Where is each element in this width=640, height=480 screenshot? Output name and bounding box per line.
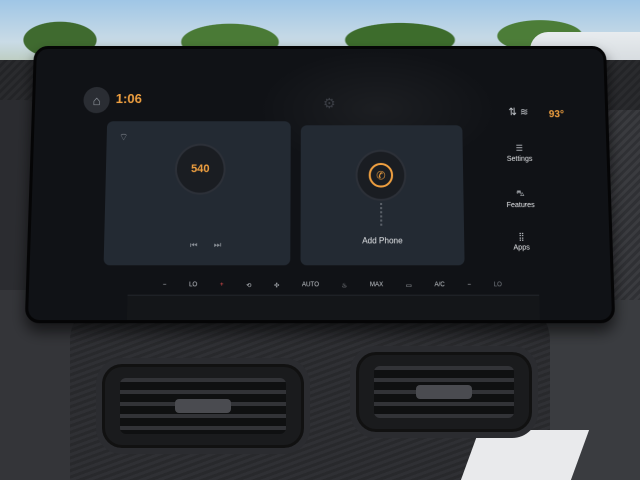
media-controls: ⏮⏭: [190, 240, 238, 250]
screen-bottom-bezel: [126, 294, 540, 324]
fan-icon[interactable]: ✣: [274, 282, 279, 289]
nav-apps[interactable]: ⣿ Apps: [480, 232, 562, 252]
radio-station-circle[interactable]: 540: [176, 145, 224, 193]
outside-temperature: 93°: [548, 109, 565, 121]
recirculate-icon[interactable]: ⟲: [246, 282, 251, 289]
climate-bar: − LO + ⟲ ✣ AUTO ♨ MAX ▭ A/C − LO: [163, 276, 503, 295]
passenger-temp-down[interactable]: −: [467, 282, 471, 288]
passenger-temp-lo[interactable]: LO: [494, 282, 502, 288]
clock-time: 1:06: [115, 90, 143, 107]
home-icon[interactable]: ⌂: [83, 86, 111, 114]
phone-circle[interactable]: ✆: [357, 151, 405, 199]
rear-defrost-icon[interactable]: ▭: [406, 282, 412, 289]
nav-settings-label: Settings: [506, 155, 533, 163]
infotainment-screen: ⌂ 1:06 ⚙ ⇅≋ 93° ⌔ 540 ⏮⏭ ✆ Add Phone ☰ S…: [24, 46, 616, 324]
nav-features-label: Features: [506, 201, 535, 210]
seat-heat-icon[interactable]: ♨: [342, 282, 348, 289]
nav-settings[interactable]: ☰ Settings: [479, 144, 560, 163]
car-icon: ⛍: [516, 188, 525, 198]
radio-signal-icon: ⌔: [118, 132, 129, 144]
sync-icon: ⚙: [323, 95, 336, 112]
add-phone-label: Add Phone: [362, 236, 403, 246]
connectivity-icons: ⇅≋: [508, 107, 532, 119]
ac-button[interactable]: A/C: [434, 282, 444, 288]
right-vent-knob[interactable]: [416, 385, 472, 399]
driver-temp-lo[interactable]: LO: [189, 282, 197, 288]
temp-down-button[interactable]: −: [163, 282, 167, 288]
left-air-vent[interactable]: [96, 358, 310, 454]
max-defrost-button[interactable]: MAX: [370, 282, 383, 288]
nav-features[interactable]: ⛍ Features: [480, 189, 562, 210]
radio-card[interactable]: ⌔ 540 ⏮⏭: [103, 121, 291, 266]
previous-track-icon[interactable]: ⏮: [190, 240, 214, 249]
phone-card[interactable]: ✆ Add Phone: [300, 125, 465, 266]
temp-up-button[interactable]: +: [220, 282, 224, 288]
auto-button[interactable]: AUTO: [302, 282, 319, 288]
right-air-vent[interactable]: [350, 346, 538, 438]
next-track-icon[interactable]: ⏭: [214, 240, 238, 249]
apps-grid-icon: ⣿: [518, 231, 525, 242]
nav-apps-label: Apps: [513, 244, 530, 252]
radio-frequency: 540: [190, 162, 210, 176]
left-vent-knob[interactable]: [175, 399, 231, 413]
phone-dotted-line: [380, 202, 383, 228]
phone-icon: ✆: [368, 162, 394, 188]
settings-icon: ☰: [515, 143, 524, 153]
